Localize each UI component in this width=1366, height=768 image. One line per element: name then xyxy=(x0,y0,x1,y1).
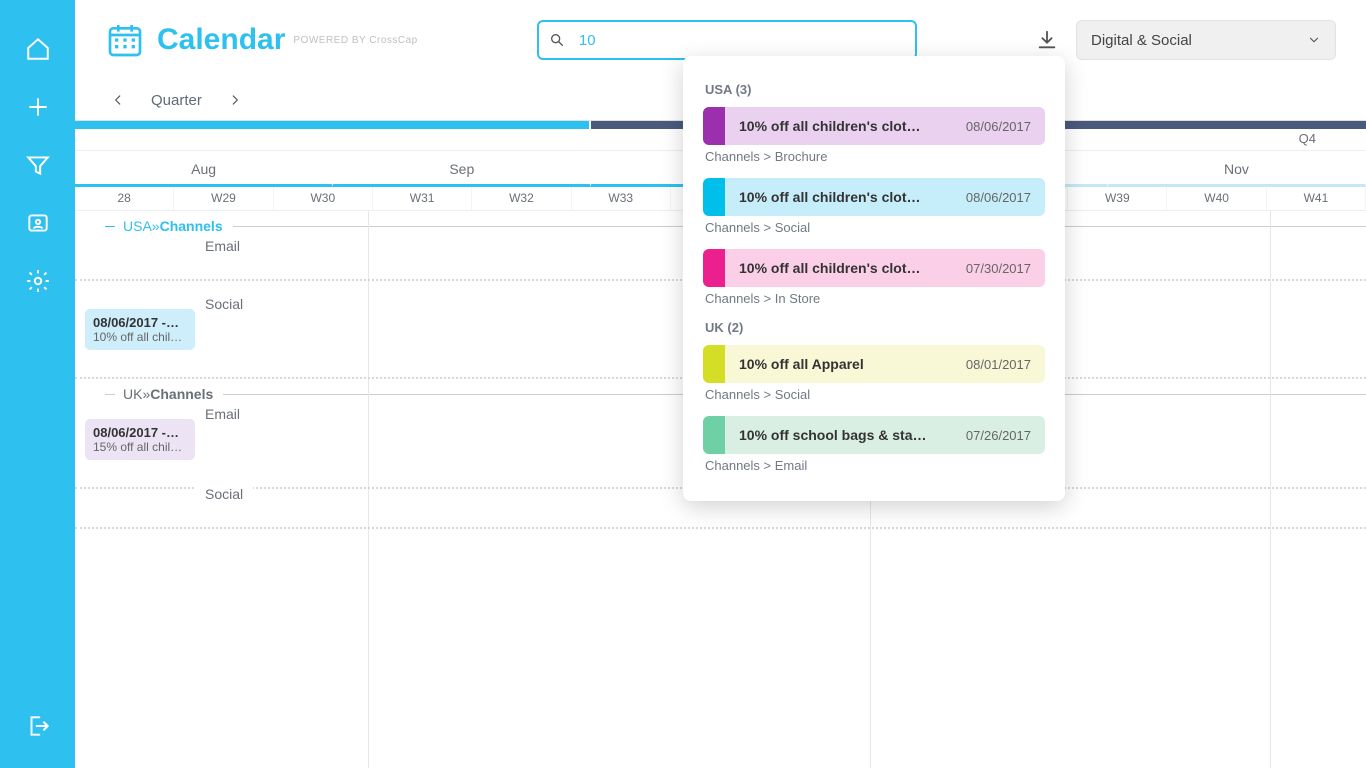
search-result-path: Channels > Social xyxy=(705,220,1045,235)
week-header: W39 xyxy=(1068,187,1167,210)
search-result-name: 10% off all children's clothing xyxy=(739,189,929,205)
week-header: W32 xyxy=(472,187,571,210)
group-region: USA xyxy=(123,218,152,234)
search-result-date: 08/06/2017 xyxy=(966,190,1031,205)
search-result-accent xyxy=(703,107,725,145)
search-group-title: USA (3) xyxy=(705,82,1045,97)
week-header: W31 xyxy=(373,187,472,210)
event-title: 10% off all chil… xyxy=(93,330,187,344)
search-results-dropdown: USA (3) 10% off all children's clothing 08… xyxy=(683,56,1065,501)
search-result-item[interactable]: 10% off all children's clothing 08/06/201… xyxy=(703,178,1045,216)
week-header: W33 xyxy=(572,187,671,210)
sidebar xyxy=(0,0,75,768)
lane-label: Social xyxy=(195,486,253,502)
search-result-item[interactable]: 10% off school bags & statio… 07/26/2017 xyxy=(703,416,1045,454)
page-title: Calendar xyxy=(157,23,285,57)
lane-label: Email xyxy=(195,238,250,254)
range-label: Quarter xyxy=(151,92,202,109)
logout-icon[interactable] xyxy=(24,712,52,740)
search-result-name: 10% off all children's clothing xyxy=(739,118,929,134)
lane-label: Email xyxy=(195,406,250,422)
chevron-down-icon xyxy=(1307,33,1321,47)
next-range-button[interactable] xyxy=(222,87,248,113)
search-result-accent xyxy=(703,345,725,383)
week-header: W29 xyxy=(174,187,273,210)
main-area: Calendar POWERED BY CrossCap Digital & S… xyxy=(75,0,1366,768)
event-card[interactable]: 08/06/2017 -… 10% off all chil… xyxy=(85,309,195,350)
event-date: 08/06/2017 -… xyxy=(93,315,187,330)
lane-label: Social xyxy=(195,296,253,312)
search-result-path: Channels > Social xyxy=(705,387,1045,402)
group-region: UK xyxy=(123,386,142,402)
week-header: W40 xyxy=(1167,187,1266,210)
search-result-date: 07/30/2017 xyxy=(966,261,1031,276)
channel-filter-select[interactable]: Digital & Social xyxy=(1076,20,1336,60)
page-subtitle: POWERED BY CrossCap xyxy=(293,35,417,46)
group-target: Channels xyxy=(150,386,213,402)
week-header: 28 xyxy=(75,187,174,210)
month-header: Nov xyxy=(1108,151,1366,187)
search-result-path: Channels > Brochure xyxy=(705,149,1045,164)
filter-icon[interactable] xyxy=(24,151,52,179)
search-input[interactable] xyxy=(537,20,917,60)
settings-gear-icon[interactable] xyxy=(24,267,52,295)
event-card[interactable]: 08/06/2017 -… 15% off all chil… xyxy=(85,419,195,460)
contacts-icon[interactable] xyxy=(24,209,52,237)
prev-range-button[interactable] xyxy=(105,87,131,113)
channel-filter-label: Digital & Social xyxy=(1091,32,1192,49)
search-icon xyxy=(549,32,565,48)
month-header: Aug xyxy=(75,151,333,187)
search-result-name: 10% off all children's clothing xyxy=(739,260,929,276)
month-header: Sep xyxy=(333,151,591,187)
event-title: 15% off all chil… xyxy=(93,440,187,454)
search-result-item[interactable]: 10% off all Apparel 08/01/2017 xyxy=(703,345,1045,383)
search-result-date: 07/26/2017 xyxy=(966,428,1031,443)
search-result-accent xyxy=(703,178,725,216)
search-result-accent xyxy=(703,249,725,287)
download-button[interactable] xyxy=(1036,29,1058,51)
add-icon[interactable] xyxy=(24,93,52,121)
search-result-item[interactable]: 10% off all children's clothing 07/30/201… xyxy=(703,249,1045,287)
search-result-date: 08/01/2017 xyxy=(966,357,1031,372)
search-result-date: 08/06/2017 xyxy=(966,119,1031,134)
search-result-item[interactable]: 10% off all children's clothing 08/06/201… xyxy=(703,107,1045,145)
search-result-path: Channels > In Store xyxy=(705,291,1045,306)
week-header: W41 xyxy=(1267,187,1366,210)
search-group-title: UK (2) xyxy=(705,320,1045,335)
search-result-path: Channels > Email xyxy=(705,458,1045,473)
calendar-logo-icon xyxy=(105,20,145,60)
group-target: Channels xyxy=(160,218,223,234)
event-date: 08/06/2017 -… xyxy=(93,425,187,440)
quarter-label: Q4 xyxy=(1299,131,1316,146)
search-result-name: 10% off all Apparel xyxy=(739,356,864,372)
search-wrapper xyxy=(537,20,917,60)
search-result-name: 10% off school bags & statio… xyxy=(739,427,929,443)
search-result-accent xyxy=(703,416,725,454)
home-icon[interactable] xyxy=(24,35,52,63)
week-header: W30 xyxy=(274,187,373,210)
